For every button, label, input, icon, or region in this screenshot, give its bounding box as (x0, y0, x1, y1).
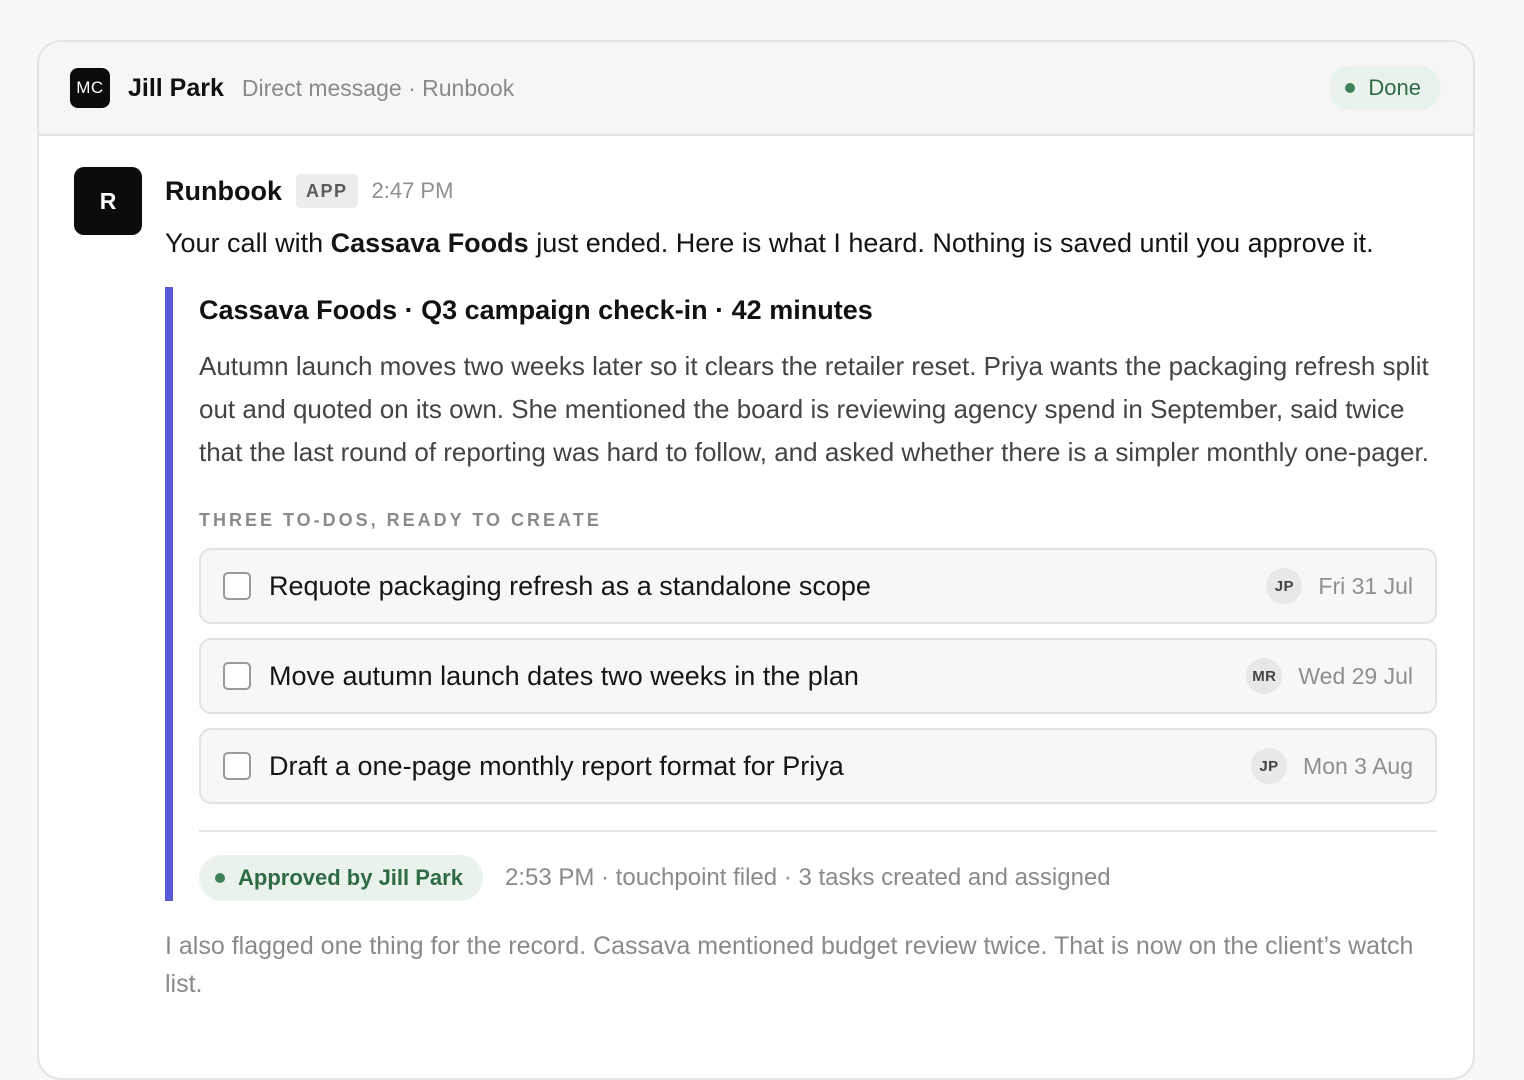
conversation-header: MC Jill Park Direct message · Runbook Do… (39, 42, 1473, 136)
bot-message: R Runbook APP 2:47 PM Your call with Cas… (39, 136, 1473, 1003)
todo-text: Draft a one-page monthly report format f… (269, 750, 844, 781)
follow-up-note: I also flagged one thing for the record.… (165, 932, 1414, 998)
todo-list: Requote packaging refresh as a standalon… (199, 548, 1437, 804)
sender-name[interactable]: Runbook (165, 176, 282, 207)
todo-text: Requote packaging refresh as a standalon… (269, 570, 871, 601)
todo-item[interactable]: Requote packaging refresh as a standalon… (199, 548, 1437, 624)
todo-checkbox[interactable] (223, 662, 251, 690)
approval-row: Approved by Jill Park 2:53 PM · touchpoi… (199, 855, 1437, 901)
user-avatar[interactable]: MC (70, 68, 110, 108)
todo-text: Move autumn launch dates two weeks in th… (269, 660, 859, 691)
card-title: Cassava Foods · Q3 campaign check-in · 4… (199, 295, 873, 325)
call-summary-card: Cassava Foods · Q3 campaign check-in · 4… (165, 287, 1437, 901)
due-date[interactable]: Fri 31 Jul (1318, 573, 1413, 600)
todos-heading: THREE TO-DOS, READY TO CREATE (199, 510, 602, 530)
due-date[interactable]: Wed 29 Jul (1298, 663, 1413, 690)
intro-prefix: Your call with (165, 228, 331, 258)
intro-suffix: just ended. Here is what I heard. Nothin… (528, 228, 1374, 258)
app-badge: APP (295, 174, 358, 208)
conversation-name[interactable]: Jill Park (128, 74, 224, 103)
conversation-subtitle: Direct message · Runbook (241, 74, 515, 101)
status-dot-icon (1345, 83, 1356, 93)
approved-label: Approved by Jill Park (238, 865, 463, 890)
status-label: Done (1368, 75, 1421, 100)
todo-item[interactable]: Draft a one-page monthly report format f… (199, 728, 1437, 804)
message-header: Runbook APP 2:47 PM (165, 168, 1437, 214)
due-date[interactable]: Mon 3 Aug (1303, 753, 1413, 780)
status-badge: Done (1329, 66, 1441, 110)
assignee-avatar[interactable]: JP (1251, 748, 1288, 784)
dm-window: MC Jill Park Direct message · Runbook Do… (37, 40, 1475, 1080)
bot-avatar[interactable]: R (74, 167, 142, 235)
message-intro: Your call with Cassava Foods just ended.… (165, 225, 1437, 261)
call-summary: Autumn launch moves two weeks later so i… (199, 351, 1429, 467)
todo-checkbox[interactable] (223, 572, 251, 600)
assignee-avatar[interactable]: JP (1266, 568, 1303, 604)
assignee-avatar[interactable]: MR (1246, 658, 1283, 694)
approved-dot-icon (215, 873, 225, 883)
todo-checkbox[interactable] (223, 752, 251, 780)
approval-meta: 2:53 PM · touchpoint filed · 3 tasks cre… (504, 864, 1111, 891)
client-name: Cassava Foods (330, 228, 529, 258)
message-timestamp[interactable]: 2:47 PM (372, 178, 454, 204)
approved-badge: Approved by Jill Park (199, 855, 483, 901)
todo-item[interactable]: Move autumn launch dates two weeks in th… (199, 638, 1437, 714)
card-divider (199, 830, 1437, 832)
